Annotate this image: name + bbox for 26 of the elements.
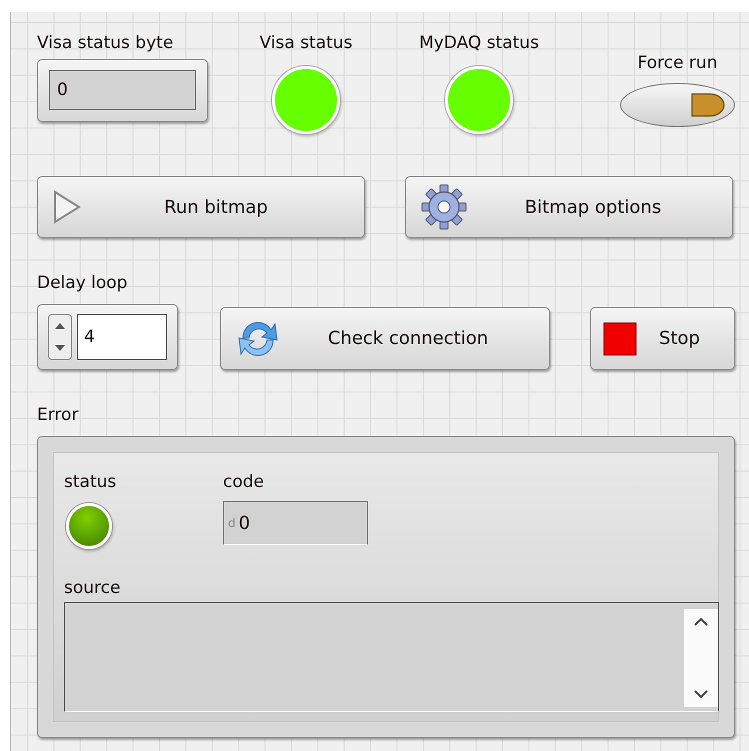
label: Force run (638, 52, 718, 74)
button[interactable]: Bitmap options (405, 176, 733, 238)
label: Delay loop (37, 272, 128, 294)
numeric-display: 0 (49, 70, 196, 110)
up-arrow-icon (55, 323, 65, 329)
gear-icon (420, 183, 468, 231)
button[interactable]: Stop (590, 307, 735, 370)
input-field[interactable]: 4 (77, 314, 167, 360)
label: Error (37, 404, 78, 426)
radix-label: d (228, 516, 236, 530)
down-chevron-icon (693, 689, 709, 699)
knob-icon (690, 92, 726, 118)
label: MyDAQ status (419, 32, 539, 54)
stop-icon (603, 322, 637, 356)
up-chevron-icon (693, 617, 709, 627)
label: Visa status byte (37, 32, 174, 54)
button[interactable]: Run bitmap (37, 176, 365, 238)
button[interactable]: Check connection (220, 307, 550, 370)
label: status (64, 471, 116, 493)
value: 0 (238, 512, 250, 534)
down-arrow-icon (55, 345, 65, 351)
play-icon (52, 189, 82, 225)
label: source (64, 577, 120, 599)
label: Visa status (260, 32, 352, 54)
scrollbar[interactable] (684, 609, 718, 707)
label: code (223, 471, 264, 493)
